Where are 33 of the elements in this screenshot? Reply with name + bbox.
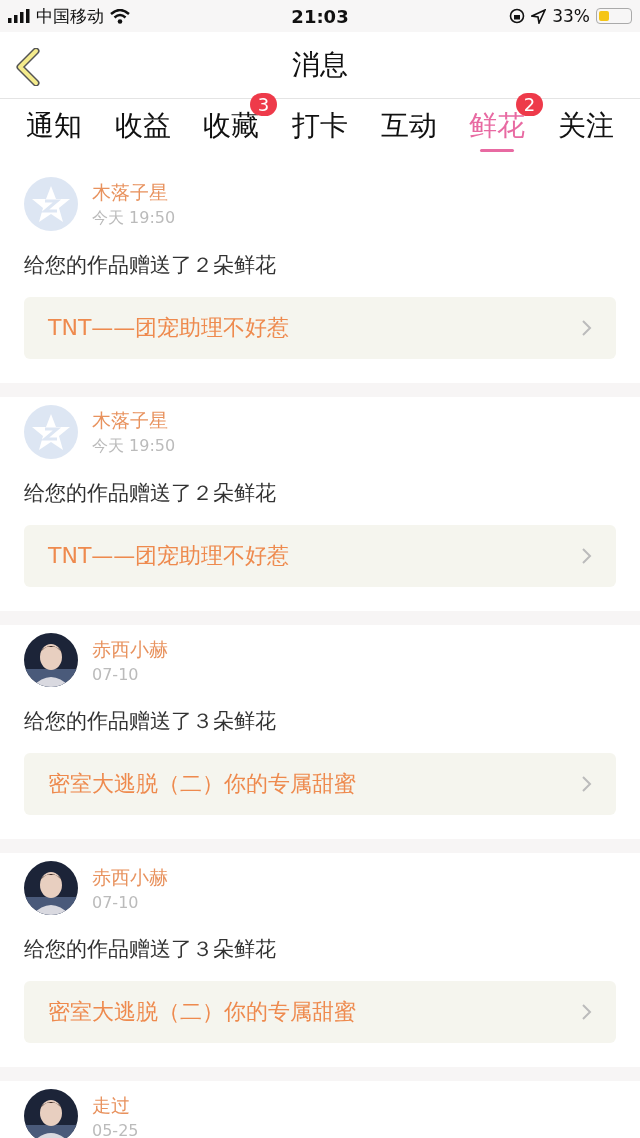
battery-percent: 33% bbox=[552, 6, 590, 26]
chevron-right-icon bbox=[582, 320, 592, 336]
sender-name: 木落子星 bbox=[92, 179, 169, 205]
message-text: 给您的作品赠送了３朵鲜花 bbox=[24, 936, 277, 963]
message-time: 今天 19:50 bbox=[92, 435, 176, 457]
chevron-right-icon bbox=[582, 1004, 592, 1020]
sender-name: 赤西小赫 bbox=[92, 864, 168, 890]
tab[interactable]: 互动 bbox=[380, 99, 437, 145]
rotation-lock-icon bbox=[509, 8, 526, 24]
message-time: 07-10 bbox=[92, 892, 140, 912]
battery-icon bbox=[596, 8, 632, 24]
page-title: 消息 bbox=[292, 47, 348, 83]
tab[interactable]: 通知 bbox=[26, 99, 82, 145]
message-text: 给您的作品赠送了２朵鲜花 bbox=[24, 480, 277, 507]
sender-name: 木落子星 bbox=[92, 407, 169, 433]
chevron-right-icon bbox=[582, 776, 592, 792]
message-time: 今天 19:50 bbox=[92, 207, 176, 229]
message-time: 05-25 bbox=[92, 1120, 139, 1138]
tab[interactable]: 关注 bbox=[557, 99, 614, 145]
message-text: 给您的作品赠送了３朵鲜花 bbox=[24, 708, 277, 735]
location-icon bbox=[531, 8, 547, 24]
sender-name: 赤西小赫 bbox=[92, 636, 168, 662]
back-icon[interactable] bbox=[14, 48, 42, 86]
tab[interactable]: 收益 bbox=[114, 99, 171, 145]
carrier-name: 中国移动 bbox=[36, 4, 104, 28]
message-time: 07-10 bbox=[92, 664, 140, 684]
chevron-right-icon bbox=[582, 548, 592, 564]
message-text: 给您的作品赠送了２朵鲜花 bbox=[24, 252, 277, 279]
clock: 21:03 bbox=[291, 5, 349, 27]
signal-icon bbox=[8, 9, 30, 23]
sender-name: 走过 bbox=[92, 1092, 131, 1118]
wifi-icon bbox=[110, 8, 130, 24]
tab[interactable]: 打卡 bbox=[291, 99, 348, 145]
